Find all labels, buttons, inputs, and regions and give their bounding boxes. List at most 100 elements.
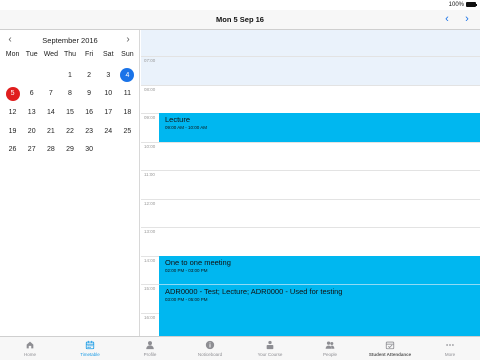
calendar-day-number: 19 xyxy=(8,127,17,135)
tab-student-attendance[interactable]: Student Attendance xyxy=(360,337,420,360)
calendar-day-number: 30 xyxy=(85,146,94,154)
tab-label: Profile xyxy=(143,352,157,357)
calendar-day[interactable]: 5 xyxy=(3,85,22,104)
calendar-day-number: 14 xyxy=(46,108,55,116)
chevron-right-icon[interactable]: › xyxy=(460,13,474,25)
calendar-day[interactable]: 26 xyxy=(3,140,22,159)
calendar-day[interactable]: 3 xyxy=(99,66,118,85)
calendar-day[interactable]: 17 xyxy=(99,103,118,122)
timetable-event[interactable]: One to one meeting 02:00 PM - 03:00 PM xyxy=(159,255,480,284)
tab-more[interactable]: More xyxy=(420,337,480,360)
tab-noticeboard[interactable]: Noticeboard xyxy=(180,337,240,360)
calendar-day[interactable]: 11 xyxy=(118,85,137,104)
day-timeline[interactable]: 07:00 08:00 09:00 10:00 11:00 12:00 13:00 14:00… xyxy=(141,30,480,336)
calendar-day-number: 9 xyxy=(87,90,92,98)
calendar-day-number: 22 xyxy=(66,127,74,135)
calendar-day[interactable]: 28 xyxy=(41,140,60,159)
calendar-day-number: 26 xyxy=(8,146,17,154)
calendar-day[interactable]: 23 xyxy=(80,122,99,141)
hour-gridline xyxy=(141,227,480,228)
event-title: ADR0000 - Test; Lecture; ADR0000 - Used … xyxy=(165,287,343,296)
hour-label: 10:00 xyxy=(144,143,156,149)
tab-timetable[interactable]: Timetable xyxy=(60,337,120,360)
calendar-day-number: 17 xyxy=(104,108,113,116)
next-month-icon[interactable]: › xyxy=(122,34,134,46)
event-time: 09:00 AM - 10:00 AM xyxy=(165,125,208,130)
calendar-day-number: 20 xyxy=(27,127,36,135)
calendar-grid: 1 2 3 4 5 6 7 8 9 10 11 12 13 14 15 16 17 18 19 20 21 22 23 24 2… xyxy=(3,66,137,159)
calendar-day[interactable]: 20 xyxy=(22,122,41,141)
calendar-day[interactable]: 16 xyxy=(80,103,99,122)
tab-bar: Home Timetable Profile Noticeboard Your Cour… xyxy=(0,336,480,360)
calendar-day-number xyxy=(101,143,115,157)
calendar-day[interactable]: 12 xyxy=(3,103,22,122)
tab-label: More xyxy=(444,352,456,357)
calendar-day[interactable]: 22 xyxy=(60,122,79,141)
calendar-day[interactable]: 19 xyxy=(3,122,22,141)
event-title: Lecture xyxy=(165,115,191,124)
calendar-day-number xyxy=(6,68,20,82)
event-time: 03:00 PM - 05:00 PM xyxy=(165,297,208,302)
weekday-label: Sat xyxy=(103,51,114,58)
calendar-header: ‹ September 2016 › xyxy=(0,34,140,48)
tab-label: Noticeboard xyxy=(197,352,223,357)
calendar-day-number: 7 xyxy=(48,90,53,98)
calendar-day[interactable]: 14 xyxy=(41,103,60,122)
calendar-day[interactable]: 24 xyxy=(99,122,118,141)
people-icon xyxy=(325,340,335,350)
calendar-day[interactable]: 30 xyxy=(80,140,99,159)
month-calendar: ‹ September 2016 › Mon Tue Wed Thu Fri Sat Sun… xyxy=(0,30,140,336)
calendar-day-number: 24 xyxy=(104,127,113,135)
calendar-day[interactable]: 6 xyxy=(22,85,41,104)
event-title: One to one meeting xyxy=(165,257,231,267)
calendar-day-number: 3 xyxy=(106,71,111,79)
calendar-day[interactable]: 10 xyxy=(99,85,118,104)
early-hours-shade xyxy=(141,30,480,85)
event-time: 02:00 PM - 03:00 PM xyxy=(165,267,208,273)
course-icon xyxy=(265,340,275,350)
timetable-event[interactable]: Lecture 09:00 AM - 10:00 AM xyxy=(159,113,480,142)
calendar-day[interactable]: 25 xyxy=(118,122,137,141)
battery-percentage: 100% xyxy=(448,2,464,8)
calendar-day-number: 10 xyxy=(104,90,113,98)
tab-label: Home xyxy=(23,352,36,357)
calendar-day-number xyxy=(44,68,58,82)
calendar-day[interactable]: 2 xyxy=(80,66,99,85)
calendar-day-number: 6 xyxy=(29,90,34,98)
calendar-day-number: 11 xyxy=(123,90,132,98)
calendar-day-number: 27 xyxy=(27,146,36,154)
calendar-day[interactable]: 8 xyxy=(60,85,79,104)
home-icon xyxy=(25,340,35,350)
calendar-day-number xyxy=(25,68,39,82)
calendar-day[interactable]: 29 xyxy=(60,140,79,159)
status-bar: 100% xyxy=(0,0,480,10)
calendar-day[interactable]: 9 xyxy=(80,85,99,104)
calendar-day-number: 21 xyxy=(46,127,55,135)
hour-gridline xyxy=(141,84,480,86)
calendar-day[interactable]: 7 xyxy=(41,85,60,104)
info-icon xyxy=(205,340,215,350)
weekday-label: Tue xyxy=(25,51,38,58)
weekday-header: Mon Tue Wed Thu Fri Sat Sun xyxy=(3,51,137,58)
calendar-empty-cell xyxy=(99,140,118,159)
navigation-bar: Mon 5 Sep 16 ‹ › xyxy=(0,10,480,30)
calendar-day[interactable]: 13 xyxy=(22,103,41,122)
tab-label: Your Course xyxy=(257,352,283,357)
calendar-day[interactable]: 18 xyxy=(118,103,137,122)
calendar-day[interactable]: 15 xyxy=(60,103,79,122)
calendar-day[interactable]: 1 xyxy=(60,66,79,85)
tab-people[interactable]: People xyxy=(300,337,360,360)
tab-home[interactable]: Home xyxy=(0,337,60,360)
calendar-empty-cell xyxy=(3,66,22,85)
page-title: Mon 5 Sep 16 xyxy=(216,15,264,24)
hour-gridline xyxy=(141,56,480,57)
calendar-day[interactable]: 27 xyxy=(22,140,41,159)
calendar-day[interactable]: 4 xyxy=(118,66,137,85)
timetable-event[interactable]: ADR0000 - Test; Lecture; ADR0000 - Used … xyxy=(159,284,480,336)
chevron-left-icon[interactable]: ‹ xyxy=(440,13,454,25)
tab-profile[interactable]: Profile xyxy=(120,337,180,360)
tab-your-course[interactable]: Your Course xyxy=(240,337,300,360)
hour-label: 07:00 xyxy=(144,58,156,63)
calendar-day-number: 23 xyxy=(85,127,94,135)
calendar-day[interactable]: 21 xyxy=(41,122,60,141)
